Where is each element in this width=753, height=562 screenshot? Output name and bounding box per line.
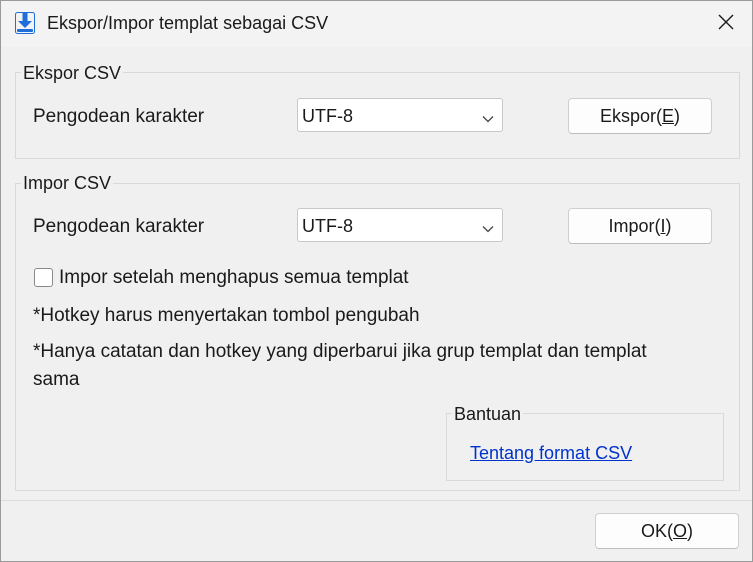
export-button[interactable]: Ekspor(E) xyxy=(568,98,712,134)
chevron-down-icon xyxy=(482,220,494,233)
export-button-prefix: Ekspor( xyxy=(599,105,662,126)
csv-format-link[interactable]: Tentang format CSV xyxy=(470,443,632,464)
ok-button-suffix: ) xyxy=(687,520,694,541)
close-icon xyxy=(718,14,734,35)
hotkey-note: *Hotkey harus menyertakan tombol penguba… xyxy=(33,305,420,326)
export-encoding-value: UTF-8 xyxy=(302,106,353,126)
update-note-line2: sama xyxy=(33,369,80,390)
dialog-content: Ekspor CSV Pengodean karakter UTF-8 Eksp… xyxy=(1,47,752,561)
import-group-legend: Impor CSV xyxy=(21,173,114,194)
import-encoding-value: UTF-8 xyxy=(302,216,353,236)
export-button-accel: E xyxy=(662,105,675,126)
download-arrow-icon xyxy=(15,12,35,34)
title-bar[interactable]: Ekspor/Impor templat sebagai CSV xyxy=(1,1,752,47)
import-encoding-select[interactable]: UTF-8 xyxy=(297,208,503,242)
help-group-legend: Bantuan xyxy=(452,404,524,425)
footer-divider xyxy=(1,500,752,501)
ok-button-prefix: OK( xyxy=(640,520,673,541)
delete-all-checkbox-label[interactable]: Impor setelah menghapus semua templat xyxy=(59,267,409,289)
import-encoding-label: Pengodean karakter xyxy=(33,216,205,237)
delete-all-checkbox[interactable] xyxy=(34,268,53,287)
ok-button-accel: O xyxy=(673,520,688,541)
export-button-suffix: ) xyxy=(674,105,681,126)
dialog-window: Ekspor/Impor templat sebagai CSV Ekspor … xyxy=(0,0,753,562)
export-group-legend: Ekspor CSV xyxy=(21,63,124,84)
export-encoding-label: Pengodean karakter xyxy=(33,106,205,127)
ok-button[interactable]: OK(O) xyxy=(595,513,739,549)
chevron-down-icon xyxy=(482,110,494,123)
import-button-prefix: Impor( xyxy=(608,215,661,236)
close-button[interactable] xyxy=(700,1,752,47)
export-encoding-select[interactable]: UTF-8 xyxy=(297,98,503,132)
import-button-suffix: ) xyxy=(665,215,672,236)
update-note-line1: *Hanya catatan dan hotkey yang diperbaru… xyxy=(33,341,647,362)
window-title: Ekspor/Impor templat sebagai CSV xyxy=(47,13,329,33)
import-button[interactable]: Impor(I) xyxy=(568,208,712,244)
